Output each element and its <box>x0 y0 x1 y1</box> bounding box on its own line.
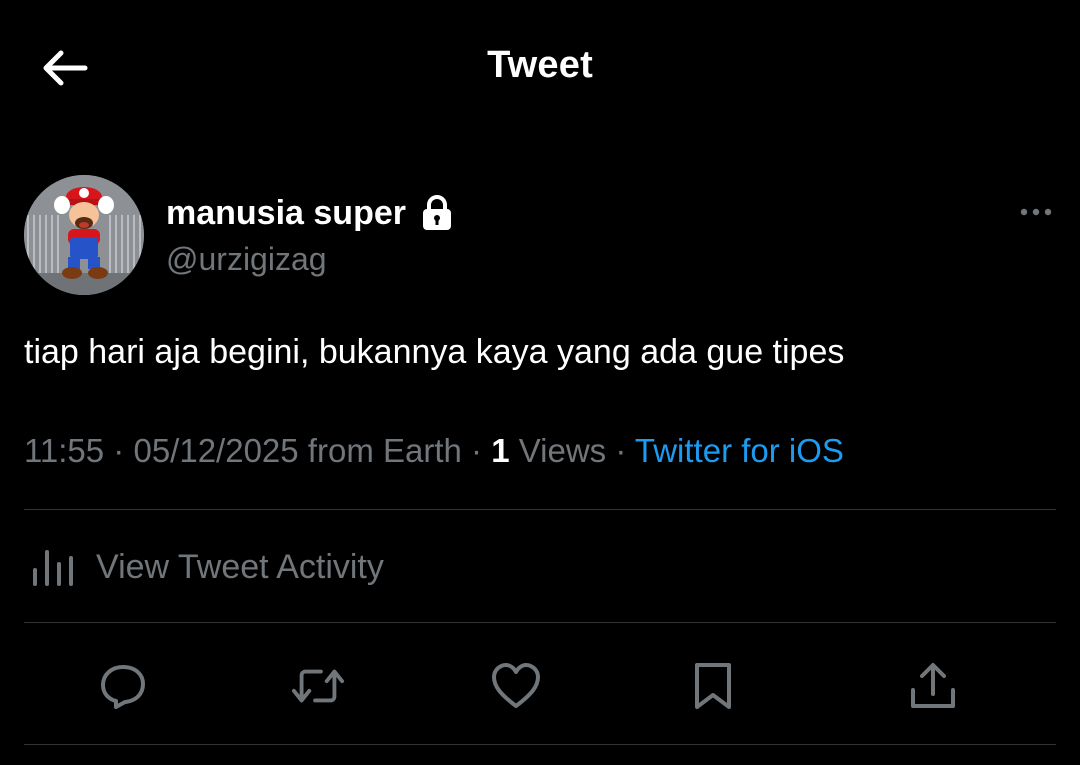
tweet-location: from Earth <box>298 432 462 469</box>
avatar[interactable] <box>24 175 144 295</box>
retweet-button[interactable] <box>290 658 346 714</box>
more-options-button[interactable] <box>1016 197 1056 227</box>
share-button[interactable] <box>905 658 961 714</box>
tweet-text: tiap hari aja begini, bukannya kaya yang… <box>24 333 845 371</box>
divider <box>24 622 1056 623</box>
meta-separator: · <box>461 432 492 469</box>
bar-chart-icon <box>24 541 84 593</box>
divider <box>24 509 1056 510</box>
bookmark-icon <box>695 663 731 709</box>
top-bar: Tweet <box>0 0 1080 135</box>
tweet-time: 11:55 <box>24 432 105 469</box>
views-label[interactable]: Views <box>510 432 606 469</box>
retweet-icon <box>291 669 345 703</box>
more-horizontal-icon <box>1020 208 1052 216</box>
divider <box>24 744 1056 745</box>
user-handle[interactable]: @urzigizag <box>166 241 327 278</box>
meta-separator: · <box>606 432 635 469</box>
tweet-author: manusia super @urzigizag <box>24 175 1056 297</box>
heart-icon <box>492 663 540 708</box>
like-button[interactable] <box>488 658 544 714</box>
tweet-meta: 11:55 · 05/12/2025 from Earth · 1 Views … <box>24 432 1054 470</box>
activity-label: View Tweet Activity <box>96 547 384 586</box>
view-tweet-activity[interactable]: View Tweet Activity <box>24 535 1056 599</box>
views-count[interactable]: 1 <box>491 432 509 469</box>
tweet-action-bar <box>0 650 1080 720</box>
meta-separator: · <box>104 432 134 469</box>
display-name-row: manusia super <box>166 191 454 235</box>
reply-icon <box>101 665 145 709</box>
page-title: Tweet <box>487 44 593 86</box>
bookmark-button[interactable] <box>685 658 741 714</box>
share-icon <box>911 663 955 708</box>
lock-icon <box>420 194 454 232</box>
tweet-source-link[interactable]: Twitter for iOS <box>635 432 844 469</box>
display-name[interactable]: manusia super <box>166 194 406 233</box>
avatar-image <box>24 175 144 295</box>
tweet-date: 05/12/2025 <box>133 432 299 469</box>
reply-button[interactable] <box>95 658 151 714</box>
